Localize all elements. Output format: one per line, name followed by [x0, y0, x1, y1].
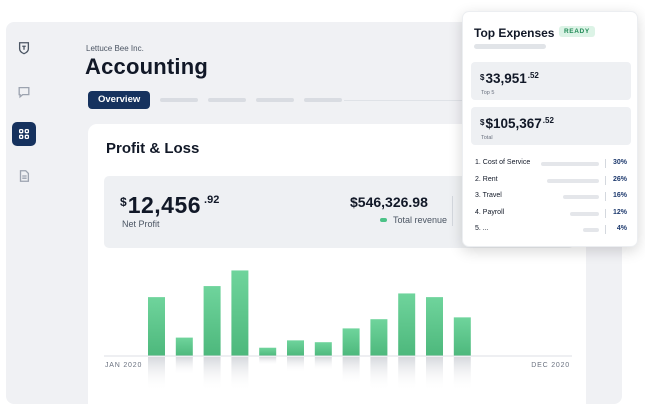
subtitle-placeholder: [474, 44, 546, 49]
chart-bar-reflection: [342, 357, 360, 385]
chart-bar: [453, 317, 471, 356]
net-profit-integer: 12,456: [127, 192, 202, 218]
net-profit-value: $ 12,456 .92: [120, 192, 219, 219]
legend-swatch: [380, 218, 387, 222]
top-expenses-popup: Top Expenses READY $ 33,951 .52 Top 5 $ …: [462, 11, 638, 247]
tab-divider: [344, 100, 464, 101]
divider: [605, 192, 606, 201]
expense-bar: [541, 162, 599, 166]
chart-bar: [314, 342, 332, 356]
top5-amount: $ 33,951 .52: [480, 71, 539, 86]
expense-row[interactable]: 5. ... 4%: [475, 224, 627, 236]
expense-percent: 26%: [612, 175, 627, 183]
chat-icon[interactable]: [10, 80, 38, 104]
document-icon[interactable]: [10, 164, 38, 188]
expense-percent: 30%: [612, 159, 627, 166]
total-decimal: .52: [542, 116, 554, 125]
chart-bar-reflection: [148, 357, 165, 391]
expense-name: 2. Rent: [475, 175, 498, 183]
chart-bar-reflection: [259, 357, 277, 366]
chart-bar-reflection: [370, 357, 388, 391]
divider: [605, 175, 606, 185]
divider: [452, 196, 453, 226]
expense-row[interactable]: 3. Travel 16%: [475, 191, 627, 203]
expense-percent: 4%: [616, 225, 627, 232]
top5-decimal: .52: [527, 71, 539, 80]
chart-bar: [426, 297, 443, 356]
total-revenue-value: $546,326.98: [350, 194, 428, 210]
top5-box: $ 33,951 .52 Top 5: [471, 62, 631, 100]
total-label: Total: [481, 135, 493, 141]
expense-name: 4. Payroll: [475, 208, 505, 216]
expense-bar: [569, 211, 599, 216]
x-axis-start-label: JAN 2020: [105, 362, 142, 369]
tab-placeholder[interactable]: [256, 98, 295, 102]
chart-bar: [231, 270, 249, 356]
chart-bar: [342, 328, 360, 356]
net-profit-label: Net Profit: [122, 219, 160, 229]
total-box: $ $105,367 .52 Total: [471, 107, 631, 145]
expense-bar: [582, 228, 599, 232]
page-title: Accounting: [85, 54, 208, 79]
grid-icon[interactable]: [12, 122, 36, 146]
chart-bar-reflection: [453, 357, 471, 391]
chart-bar-reflection: [203, 357, 221, 391]
chart-bar-reflection: [231, 357, 249, 391]
tab-bar: Overview: [88, 90, 343, 110]
chart-bar: [148, 297, 165, 356]
currency-symbol: $: [480, 118, 485, 127]
expense-name: 1. Cost of Service: [475, 159, 531, 166]
currency-symbol: $: [480, 73, 485, 82]
card-title: Profit & Loss: [106, 140, 200, 157]
top5-label: Top 5: [481, 90, 495, 96]
tab-placeholder[interactable]: [304, 98, 343, 102]
currency-symbol: $: [120, 195, 127, 209]
expense-percent: 16%: [612, 192, 627, 199]
chart-bar: [259, 347, 277, 356]
chart-bar-reflection: [175, 357, 193, 376]
chart-bar-reflection: [287, 357, 304, 373]
expense-row[interactable]: 1. Cost of Service 30%: [475, 158, 627, 170]
chart-bar: [175, 337, 193, 356]
top5-integer: 33,951: [485, 71, 527, 86]
expense-row[interactable]: 4. Payroll 12%: [475, 208, 627, 220]
popup-title: Top Expenses: [474, 26, 555, 40]
total-integer: $105,367: [485, 116, 542, 131]
total-amount: $ $105,367 .52: [480, 116, 554, 131]
chart-bar-reflection: [398, 357, 416, 391]
divider: [605, 159, 606, 168]
net-profit-decimal: .92: [204, 194, 220, 206]
chart-bar: [398, 293, 416, 356]
divider: [605, 208, 606, 218]
expense-bar: [547, 178, 599, 183]
expense-name: 3. Travel: [475, 192, 502, 199]
expense-bar: [563, 195, 599, 199]
profit-chart: JAN 2020 DEC 2020: [104, 270, 572, 391]
chart-bar-reflection: [426, 357, 443, 391]
expense-name: 5. ...: [475, 225, 489, 232]
chart-bar: [370, 319, 388, 356]
tab-placeholder[interactable]: [160, 98, 199, 102]
x-axis-end-label: DEC 2020: [531, 362, 570, 369]
chart-bar: [287, 340, 304, 356]
total-revenue-label: Total revenue: [393, 215, 448, 225]
tab-overview[interactable]: Overview: [88, 91, 151, 109]
chart-bar-reflection: [314, 357, 332, 371]
expense-row[interactable]: 2. Rent 26%: [475, 175, 627, 187]
divider: [605, 225, 606, 234]
shield-logo-icon[interactable]: [10, 36, 38, 60]
expense-percent: 12%: [612, 208, 627, 216]
status-badge: READY: [559, 26, 595, 37]
chart-bar: [203, 286, 221, 356]
tab-placeholder[interactable]: [208, 98, 247, 102]
total-revenue-legend: Total revenue: [380, 215, 447, 225]
company-name: Lettuce Bee Inc.: [86, 44, 144, 53]
